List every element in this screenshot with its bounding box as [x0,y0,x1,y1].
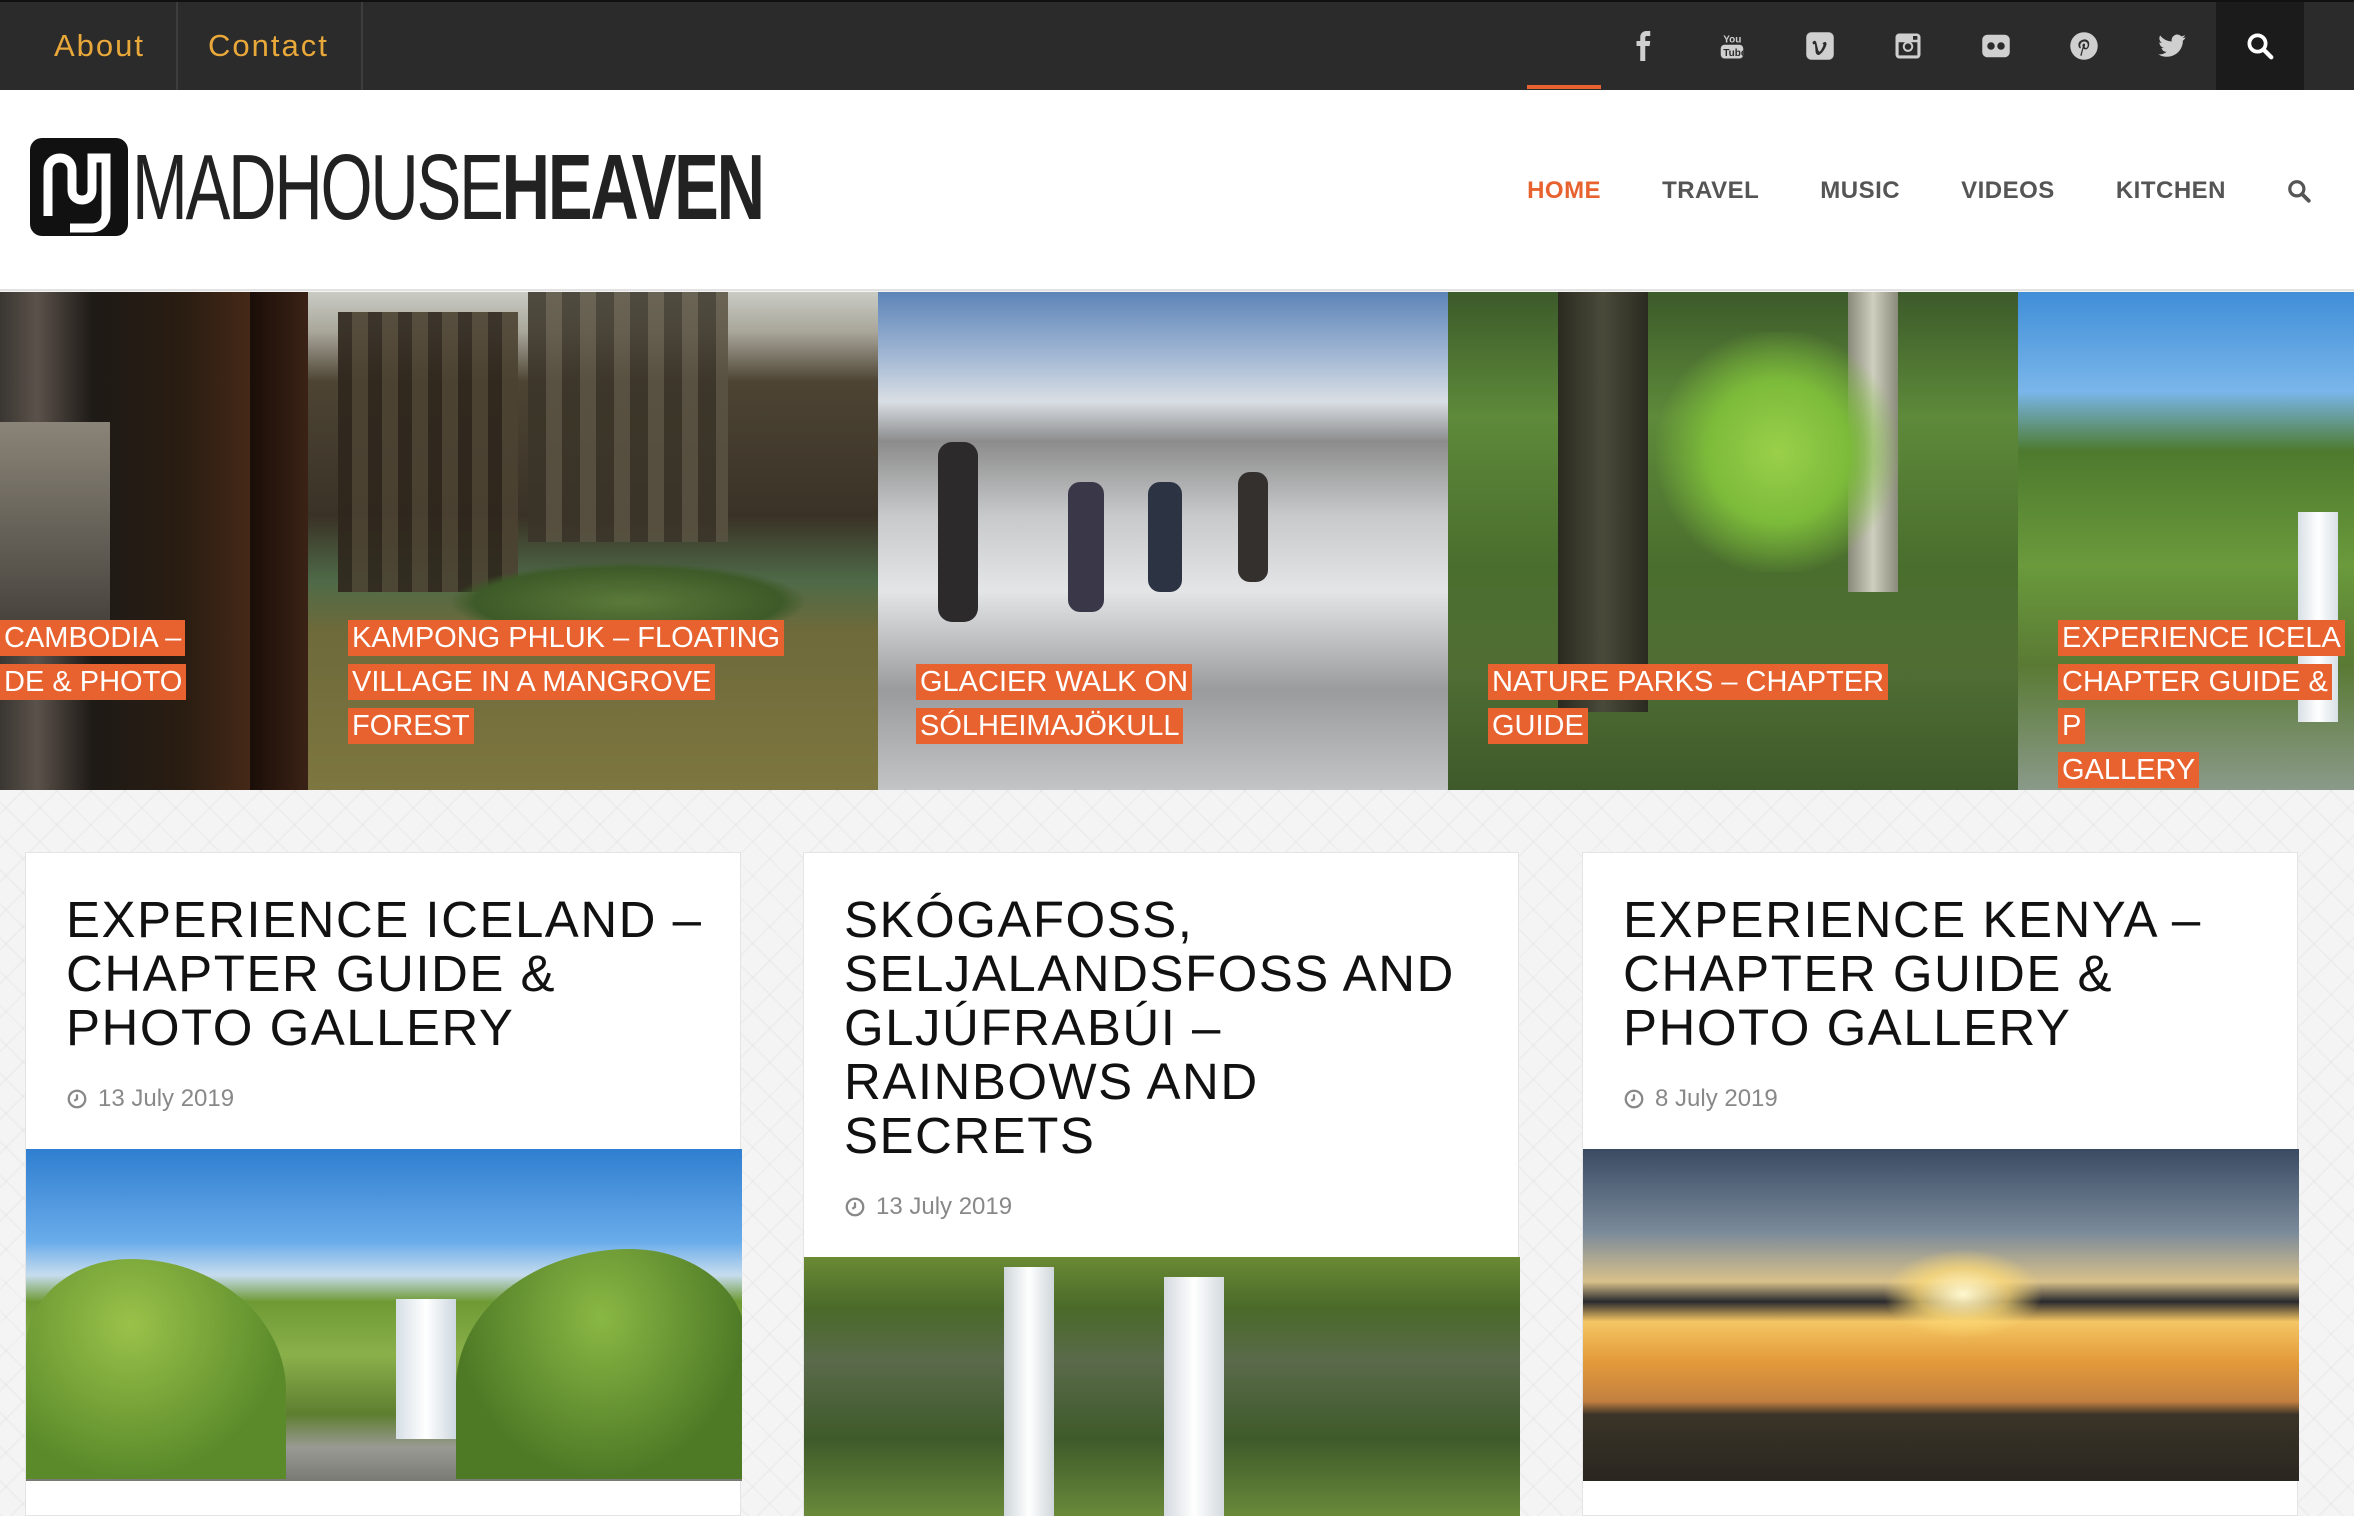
nav-videos[interactable]: VIDEOS [1961,177,2055,205]
post-date: 13 July 2019 [66,1085,234,1113]
post-title[interactable]: EXPERIENCE KENYA – CHAPTER GUIDE & PHOTO… [1623,893,2273,1055]
logo-text: MADHOUSEHEAVEN [132,134,765,239]
top-nav: About Contact [0,2,363,90]
slide-caption[interactable]: CAMBODIA – DE & PHOTO [0,616,260,704]
post-card[interactable]: EXPERIENCE KENYA – CHAPTER GUIDE & PHOTO… [1582,852,2299,1516]
post-image[interactable] [26,1149,742,1481]
main-nav: HOME TRAVEL MUSIC VIDEOS KITCHEN [1466,84,2312,291]
clock-icon [845,1197,865,1217]
post-date: 8 July 2019 [1623,1085,1778,1113]
pinterest-icon[interactable] [2040,2,2128,90]
post-date: 13 July 2019 [844,1193,1012,1221]
post-title[interactable]: SKÓGAFOSS, SELJALANDSFOSS AND GLJÚFRABÚI… [844,893,1494,1163]
flickr-icon[interactable] [1952,2,2040,90]
post-image[interactable] [1583,1149,2299,1481]
slide-caption[interactable]: GLACIER WALK ON SÓLHEIMAJÖKULL [916,660,1436,748]
top-nav-about[interactable]: About [0,2,179,90]
nav-travel[interactable]: TRAVEL [1662,177,1759,205]
post-card[interactable]: EXPERIENCE ICELAND – CHAPTER GUIDE & PHO… [25,852,742,1516]
post-image[interactable] [804,1257,1520,1516]
slide-experience-iceland[interactable]: EXPERIENCE ICELA CHAPTER GUIDE & P GALLERY [2018,292,2354,790]
slide-cambodia[interactable]: CAMBODIA – DE & PHOTO [0,292,308,790]
post-card[interactable]: SKÓGAFOSS, SELJALANDSFOSS AND GLJÚFRABÚI… [803,852,1520,1516]
slide-glacier-walk[interactable]: GLACIER WALK ON SÓLHEIMAJÖKULL [878,292,1448,790]
slide-caption[interactable]: NATURE PARKS – CHAPTER GUIDE [1488,660,2008,748]
search-icon[interactable] [2216,2,2304,90]
slide-kampong-phluk[interactable]: KAMPONG PHLUK – FLOATING VILLAGE IN A MAN… [308,292,878,790]
featured-slider: CAMBODIA – DE & PHOTO KAMPONG PHLUK – FLO… [0,292,2354,790]
top-nav-contact[interactable]: Contact [178,2,363,90]
svg-text:You: You [1723,34,1741,45]
site-header: MADHOUSEHEAVEN HOME TRAVEL MUSIC VIDEOS … [0,84,2354,291]
clock-icon [67,1089,87,1109]
nav-kitchen[interactable]: KITCHEN [2116,177,2226,205]
vimeo-icon[interactable] [1776,2,1864,90]
post-title[interactable]: EXPERIENCE ICELAND – CHAPTER GUIDE & PHO… [66,893,716,1055]
top-bar: About Contact You Tube [0,0,2354,90]
site-logo[interactable]: MADHOUSEHEAVEN [30,134,1008,239]
nav-music[interactable]: MUSIC [1820,177,1900,205]
facebook-icon[interactable] [1600,2,1688,90]
slide-nature-parks[interactable]: NATURE PARKS – CHAPTER GUIDE [1448,292,2018,790]
youtube-icon[interactable]: You Tube [1688,2,1776,90]
svg-text:Tube: Tube [1723,48,1747,59]
slide-caption[interactable]: EXPERIENCE ICELA CHAPTER GUIDE & P GALLERY [2058,616,2354,790]
logo-mark [30,138,128,236]
slide-caption[interactable]: KAMPONG PHLUK – FLOATING VILLAGE IN A MAN… [348,616,868,748]
twitter-icon[interactable] [2128,2,2216,90]
clock-icon [1624,1089,1644,1109]
social-links: You Tube [1600,2,2304,90]
nav-search-icon[interactable] [2286,178,2312,204]
nav-home[interactable]: HOME [1527,84,1602,205]
instagram-icon[interactable] [1864,2,1952,90]
